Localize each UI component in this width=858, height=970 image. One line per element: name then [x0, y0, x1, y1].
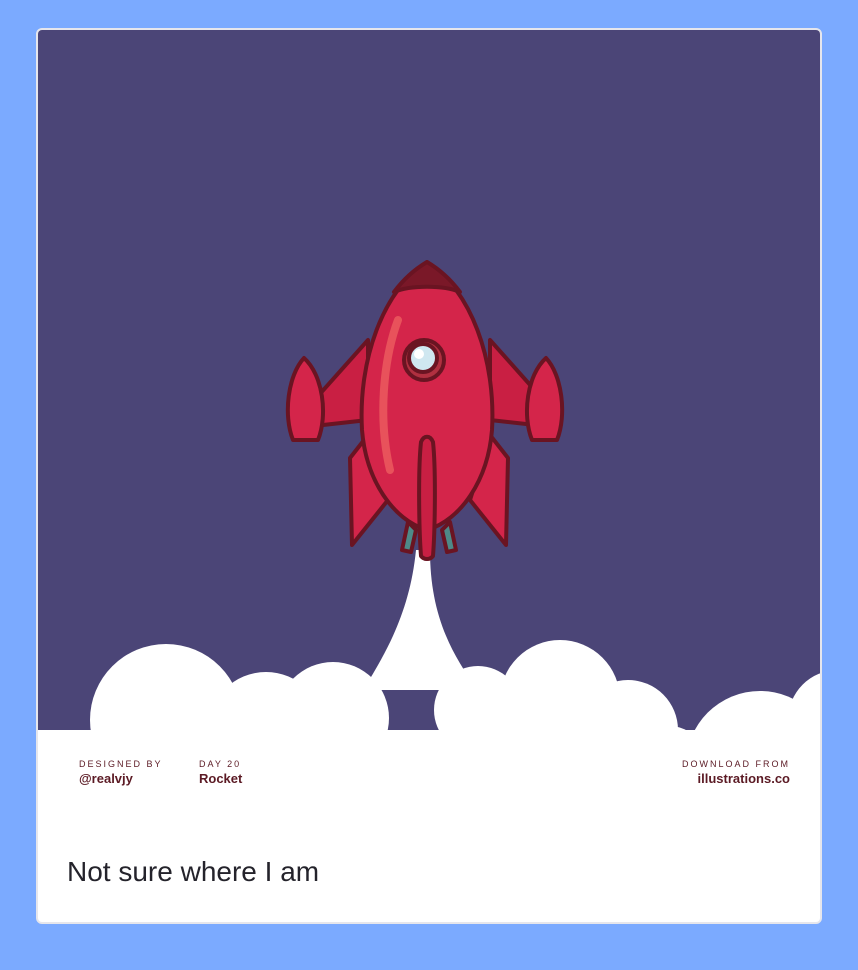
download-caption: DOWNLOAD FROM: [682, 759, 790, 769]
card-caption: Not sure where I am: [67, 856, 320, 887]
illustration-card: DESIGNED BY @realvjy DAY 20 Rocket DOWNL…: [36, 28, 822, 924]
day-credit: DAY 20 Rocket: [199, 758, 242, 788]
designer-handle-link[interactable]: @realvjy: [79, 770, 163, 788]
download-credit: DOWNLOAD FROM illustrations.co: [682, 758, 790, 788]
designer-caption: DESIGNED BY: [79, 759, 163, 769]
rocket: [285, 260, 565, 561]
rocket-illustration: DESIGNED BY @realvjy DAY 20 Rocket DOWNL…: [38, 30, 820, 812]
download-site-link[interactable]: illustrations.co: [682, 770, 790, 788]
designer-credit: DESIGNED BY @realvjy: [79, 758, 163, 788]
exhaust-plume: [363, 550, 478, 690]
rocket-launch-icon: [38, 260, 820, 812]
day-caption: DAY 20: [199, 759, 242, 769]
day-title: Rocket: [199, 771, 243, 786]
